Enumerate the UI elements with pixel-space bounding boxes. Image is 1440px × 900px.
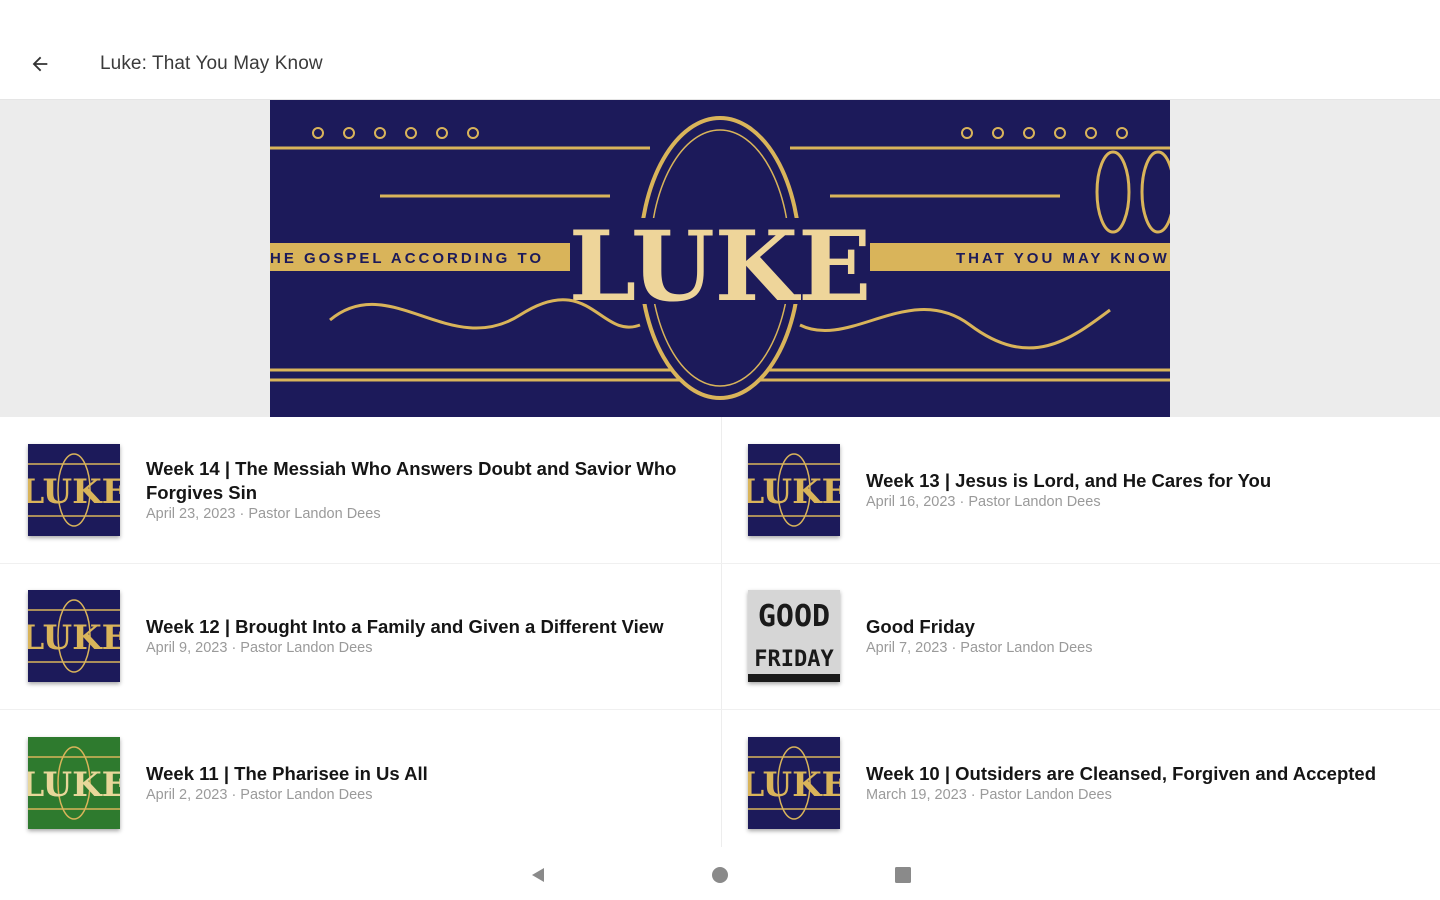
back-button[interactable] — [22, 46, 58, 82]
thumbnail-text: LUKE — [28, 765, 120, 805]
sermon-meta: April 7, 2023 · Pastor Landon Dees — [866, 640, 1093, 656]
circle-home-icon — [712, 867, 728, 883]
sermon-meta: April 2, 2023 · Pastor Landon Dees — [146, 787, 373, 803]
triangle-back-icon — [532, 868, 544, 882]
nav-recents-button[interactable] — [891, 863, 915, 887]
banner-title: LUKE — [569, 210, 872, 323]
series-hero: HE GOSPEL ACCORDING TO THAT YOU MAY KNOW… — [0, 100, 1440, 417]
banner-left-text: HE GOSPEL ACCORDING TO — [270, 250, 544, 267]
thumbnail-text: LUKE — [28, 472, 120, 512]
thumbnail-text: LUKE — [28, 618, 120, 658]
sermon-meta: April 23, 2023 · Pastor Landon Dees — [146, 506, 381, 522]
square-recents-icon — [895, 867, 911, 883]
sermon-thumbnail: LUKE — [28, 444, 120, 536]
sermon-item[interactable]: LUKE Week 14 | The Messiah Who Answers D… — [28, 444, 728, 564]
sermon-title: Good Friday — [866, 616, 975, 637]
sermon-item[interactable]: LUKE Week 10 | Outsiders are Cleansed, F… — [748, 737, 1440, 857]
sermon-thumbnail: LUKE — [28, 737, 120, 829]
sermon-title: Week 13 | Jesus is Lord, and He Cares fo… — [866, 470, 1272, 491]
sermon-meta: March 19, 2023 · Pastor Landon Dees — [866, 787, 1112, 803]
sermon-thumbnail: GOOD FRIDAY — [748, 590, 840, 682]
sermon-item[interactable]: LUKE Week 12 | Brought Into a Family and… — [28, 590, 728, 710]
nav-home-button[interactable] — [708, 863, 732, 887]
sermon-thumbnail: LUKE — [748, 444, 840, 536]
sermon-meta: April 9, 2023 · Pastor Landon Dees — [146, 640, 373, 656]
sermon-item[interactable]: LUKE Week 11 | The Pharisee in Us All Ap… — [28, 737, 728, 857]
sermon-title: Week 12 | Brought Into a Family and Give… — [146, 616, 664, 637]
app-bar: Luke: That You May Know — [0, 0, 1440, 100]
banner-artwork: HE GOSPEL ACCORDING TO THAT YOU MAY KNOW… — [270, 100, 1170, 417]
sermon-title: Week 14 | The Messiah Who Answers Doubt … — [146, 458, 677, 503]
arrow-left-icon — [32, 56, 48, 72]
sermon-item[interactable]: LUKE Week 13 | Jesus is Lord, and He Car… — [748, 444, 1440, 564]
series-banner-image: HE GOSPEL ACCORDING TO THAT YOU MAY KNOW… — [270, 100, 1170, 417]
thumbnail-text-line-1: GOOD — [758, 599, 830, 634]
thumbnail-text-line-2: FRIDAY — [754, 647, 834, 672]
sermon-meta: April 16, 2023 · Pastor Landon Dees — [866, 494, 1101, 510]
page-title: Luke: That You May Know — [100, 53, 323, 74]
thumbnail-text: LUKE — [748, 472, 840, 512]
system-nav-bar — [0, 847, 1440, 900]
sermon-thumbnail: LUKE — [748, 737, 840, 829]
sermon-title: Week 11 | The Pharisee in Us All — [146, 763, 428, 784]
sermon-title: Week 10 | Outsiders are Cleansed, Forgiv… — [866, 763, 1376, 784]
thumbnail-text: LUKE — [748, 765, 840, 805]
nav-back-button[interactable] — [526, 863, 550, 887]
banner-right-text: THAT YOU MAY KNOW — [956, 250, 1170, 267]
sermon-item[interactable]: GOOD FRIDAY Good Friday April 7, 2023 · … — [748, 590, 1440, 710]
sermon-thumbnail: LUKE — [28, 590, 120, 682]
